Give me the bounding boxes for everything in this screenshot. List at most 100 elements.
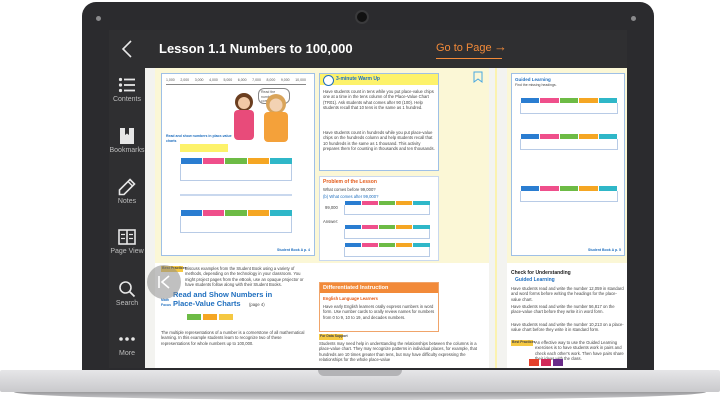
diff-text: Have early English learners orally expre…: [323, 304, 435, 320]
guided-pv-chart-2: [520, 134, 618, 150]
laptop-notch: [318, 370, 402, 376]
webcam: [355, 10, 369, 24]
more-icon: [118, 330, 136, 348]
sidebar-item-search[interactable]: Search: [109, 280, 145, 307]
student-book-page-ref: Student Book A p. 4: [277, 247, 310, 252]
diff-subtitle: English Language Learners: [323, 296, 378, 301]
section-page-ref: (page 4): [249, 302, 265, 307]
resource-icon-3: [553, 359, 563, 366]
sidebar-item-notes[interactable]: Notes: [109, 178, 145, 205]
differentiated-instruction-card: Differentiated Instruction English Langu…: [319, 282, 439, 332]
answer-pv-chart-b: [344, 243, 430, 257]
bezel-dot-left: [96, 16, 101, 21]
sidebar-item-more[interactable]: More: [109, 330, 145, 357]
teacher-guide-page-left: 1,000 2,000 3,000 4,000 5,000 6,000 7,000 8,000…: [155, 68, 489, 368]
top-toolbar: Lesson 1.1 Numbers to 100,000 Go to Page…: [109, 30, 627, 68]
diff-title: Differentiated Instruction: [323, 285, 389, 291]
data-support-label: For Data Support: [320, 334, 348, 338]
page-gutter: [495, 68, 497, 368]
number-line-tick-label: 4,000: [209, 78, 218, 82]
problem-of-the-lesson-card: Problem of the Lesson What comes before …: [319, 176, 439, 261]
clock-icon: [323, 75, 334, 86]
sidebar: Contents Bookmarks Notes Page View Searc…: [109, 68, 145, 368]
sidebar-item-contents[interactable]: Contents: [109, 76, 145, 103]
student-book-page-thumbnail-right: Guided Learning Find the missing heading…: [511, 73, 625, 256]
chevron-left-icon: [121, 40, 132, 58]
resource-icon-1: [529, 359, 539, 366]
divider: [180, 194, 292, 196]
problem-value: 99,000: [325, 205, 338, 210]
check-item-3: Have students read and write the number …: [511, 322, 624, 333]
search-icon: [118, 280, 136, 298]
warm-up-text-2: Have students count in hundreds while yo…: [323, 130, 435, 152]
sidebar-item-label: Bookmarks: [109, 147, 145, 154]
problem-part-b: (b) What comes after 99,000?: [323, 194, 379, 199]
bezel-dot-right: [631, 16, 636, 21]
number-line-tick-label: 8,000: [266, 78, 276, 82]
problem-title: Problem of the Lesson: [323, 179, 377, 185]
check-understanding-title: Check for Understanding: [511, 270, 571, 276]
math-focus-label: Math Focus: [161, 298, 171, 308]
section-body: The multiple representations of a number…: [161, 330, 305, 346]
number-line-tick-label: 7,000: [252, 78, 261, 82]
number-line-tick-label: 6,000: [237, 78, 247, 82]
place-value-body: [180, 216, 292, 233]
place-value-chart-2: [180, 210, 292, 233]
place-value-body: [180, 164, 292, 181]
laptop-screen: Lesson 1.1 Numbers to 100,000 Go to Page…: [109, 30, 627, 368]
place-value-header-row: [180, 210, 292, 216]
page-title: Lesson 1.1 Numbers to 100,000: [159, 41, 353, 56]
best-practices-label-right: Best Practices: [512, 340, 536, 344]
number-line: [166, 84, 306, 85]
bookmark-icon: [118, 127, 136, 145]
sidebar-item-label: Notes: [117, 198, 137, 205]
focus-tag-3: [219, 314, 233, 320]
number-line-tick-label: 3,000: [194, 78, 204, 82]
guided-pv-chart-1: [520, 98, 618, 114]
focus-tag-2: [203, 314, 217, 320]
sidebar-item-label: Page View: [110, 248, 144, 255]
number-line-ticks: 1,000 2,000 3,000 4,000 5,000 6,000 7,000 8,000…: [166, 78, 306, 83]
bookmark-ribbon-icon[interactable]: [473, 71, 483, 83]
pencil-icon: [118, 178, 136, 196]
resource-icon-2: [541, 359, 551, 366]
students-illustration: [234, 93, 288, 142]
sidebar-item-page-view[interactable]: Page View: [109, 228, 145, 255]
problem-pv-chart: [344, 201, 430, 215]
number-line-tick-label: 9,000: [280, 78, 290, 82]
laptop-base-edge: [14, 392, 706, 400]
ebook-content: 1,000 2,000 3,000 4,000 5,000 6,000 7,000 8,000…: [145, 68, 627, 368]
page-view-icon: [118, 228, 136, 246]
answer-label: Answer:: [323, 219, 339, 224]
guided-learning-title: Guided Learning: [515, 77, 551, 82]
arrow-right-icon[interactable]: →: [494, 39, 507, 54]
number-line-tick-label: 2,000: [180, 78, 190, 82]
guided-learning-sub: Find the missing headings.: [515, 83, 557, 87]
place-value-header-row: [180, 158, 292, 164]
best-practices-text: Discuss examples from the Student Book u…: [185, 266, 304, 288]
teacher-guide-page-right: Guided Learning Find the missing heading…: [507, 68, 627, 368]
number-line-tick-label: 10,000: [295, 78, 306, 82]
section-title-line-2: Place-Value Charts: [173, 299, 241, 308]
sidebar-item-label: More: [119, 350, 135, 357]
section-title-line-1: Read and Show Numbers in: [173, 290, 273, 299]
go-to-page-link[interactable]: Go to Page: [436, 42, 492, 54]
sidebar-item-bookmarks[interactable]: Bookmarks: [109, 127, 145, 154]
back-button[interactable]: [109, 30, 145, 68]
sidebar-item-label: Contents: [112, 96, 142, 103]
read-and-show-label: Read and show numbers in place-value cha…: [166, 134, 232, 143]
warm-up-text: Have students count in tens while you pu…: [323, 89, 434, 111]
skip-back-icon: [158, 275, 170, 289]
laptop-frame: Lesson 1.1 Numbers to 100,000 Go to Page…: [0, 0, 720, 415]
student-book-page-ref-right: Student Book A p. 5: [588, 247, 621, 252]
student-book-page-thumbnail: 1,000 2,000 3,000 4,000 5,000 6,000 7,000 8,000…: [161, 73, 315, 256]
focus-tag-1: [187, 314, 201, 320]
warm-up-card: 3-minute Warm Up Have students count in …: [319, 73, 439, 171]
place-value-chart-1: [180, 158, 292, 181]
check-item-2: Have students read and write the number …: [511, 304, 615, 315]
answer-pv-chart-a: [344, 225, 430, 239]
highlight-box: [180, 144, 228, 152]
list-icon: [118, 76, 136, 94]
previous-page-button[interactable]: [147, 265, 181, 299]
go-to-page-underline: [436, 58, 502, 59]
